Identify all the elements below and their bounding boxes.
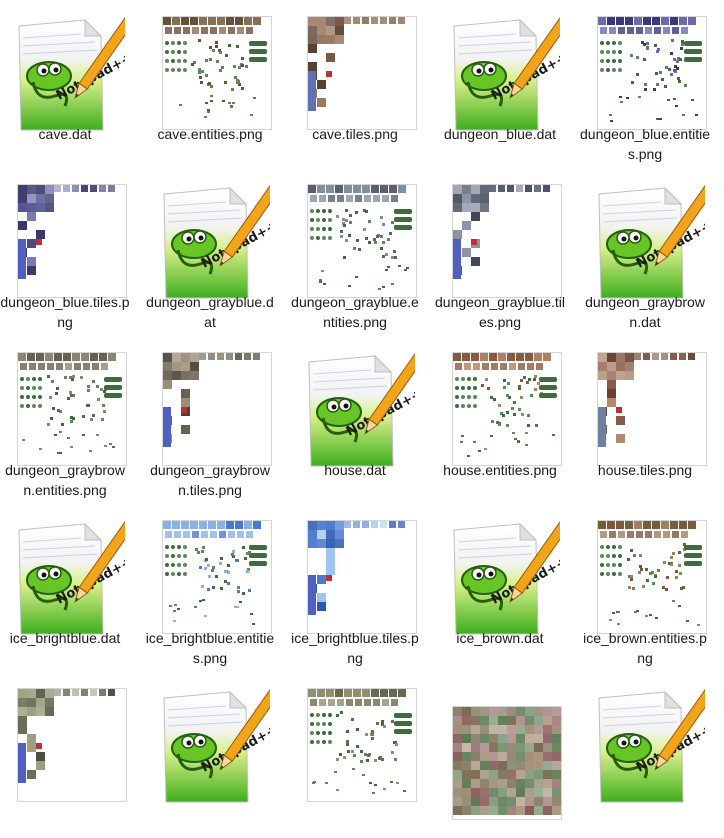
png-thumbnail bbox=[597, 352, 707, 466]
png-thumbnail bbox=[597, 16, 707, 130]
image-thumbnail bbox=[450, 350, 562, 468]
png-thumbnail bbox=[17, 352, 127, 466]
notepad-plus-plus-icon: Notepad++ bbox=[15, 14, 125, 132]
file-item[interactable]: Notepad++ house.dat bbox=[290, 336, 420, 502]
file-name: cave.tiles.png bbox=[312, 126, 398, 142]
image-thumbnail bbox=[160, 14, 272, 132]
image-thumbnail bbox=[450, 686, 562, 820]
png-thumbnail bbox=[307, 184, 417, 298]
png-thumbnail bbox=[597, 520, 707, 634]
file-item[interactable]: Notepad++ ice_brown.dat bbox=[435, 504, 565, 670]
file-item[interactable]: Notepad++ bbox=[580, 672, 710, 838]
png-thumbnail bbox=[452, 352, 562, 466]
file-item[interactable]: dungeon_graybrown.tiles.png bbox=[145, 336, 275, 502]
notepad-plus-plus-icon: Notepad++ bbox=[15, 518, 125, 636]
file-item[interactable]: Notepad++ dungeon_graybrown.dat bbox=[580, 168, 710, 334]
file-name: ice_brightblue.tiles.png bbox=[291, 630, 419, 666]
file-item[interactable]: Notepad++ dungeon_grayblue.dat bbox=[145, 168, 275, 334]
file-item[interactable]: cave.tiles.png bbox=[290, 0, 420, 166]
notepad-plus-plus-icon: Notepad++ bbox=[160, 686, 270, 804]
file-name: dungeon_blue.entities.png bbox=[580, 126, 711, 162]
file-item[interactable]: house.tiles.png bbox=[580, 336, 710, 502]
png-thumbnail bbox=[307, 16, 417, 130]
file-name: cave.entities.png bbox=[157, 126, 263, 142]
file-name: dungeon_blue.dat bbox=[443, 126, 557, 142]
image-thumbnail bbox=[15, 686, 127, 804]
notepad-plus-plus-icon: Notepad++ bbox=[450, 518, 560, 636]
file-name: house.tiles.png bbox=[597, 462, 693, 478]
file-item[interactable]: ice_brown.entities.png bbox=[580, 504, 710, 670]
file-item[interactable]: Notepad++ cave.dat bbox=[0, 0, 130, 166]
file-item[interactable]: Notepad++ bbox=[145, 672, 275, 838]
file-item[interactable]: dungeon_blue.tiles.png bbox=[0, 168, 130, 334]
file-name: dungeon_grayblue.tiles.png bbox=[435, 294, 565, 330]
image-thumbnail bbox=[15, 182, 127, 300]
image-thumbnail bbox=[595, 350, 707, 468]
image-thumbnail bbox=[305, 182, 417, 300]
file-item[interactable]: house.entities.png bbox=[435, 336, 565, 502]
file-item[interactable]: dungeon_grayblue.entities.png bbox=[290, 168, 420, 334]
png-thumbnail bbox=[162, 352, 272, 466]
png-thumbnail bbox=[162, 16, 272, 130]
image-thumbnail bbox=[450, 182, 562, 300]
file-name: dungeon_grayblue.entities.png bbox=[291, 294, 419, 330]
notepad-plus-plus-icon: Notepad++ bbox=[595, 686, 705, 804]
image-thumbnail bbox=[595, 14, 707, 132]
file-name: dungeon_graybrown.tiles.png bbox=[150, 462, 270, 498]
image-thumbnail bbox=[160, 350, 272, 468]
file-name: ice_brightblue.entities.png bbox=[145, 630, 275, 666]
file-item[interactable]: Notepad++ dungeon_blue.dat bbox=[435, 0, 565, 166]
image-thumbnail bbox=[305, 518, 417, 636]
file-item[interactable]: ice_brightblue.entities.png bbox=[145, 504, 275, 670]
image-thumbnail bbox=[305, 14, 417, 132]
file-name: house.entities.png bbox=[443, 462, 557, 478]
png-thumbnail bbox=[17, 184, 127, 298]
file-item[interactable]: dungeon_graybrown.entities.png bbox=[0, 336, 130, 502]
notepad-plus-plus-icon: Notepad++ bbox=[450, 14, 560, 132]
notepad-plus-plus-icon: Notepad++ bbox=[305, 350, 415, 468]
file-name: dungeon_blue.tiles.png bbox=[0, 294, 130, 330]
png-thumbnail bbox=[307, 520, 417, 634]
file-name: ice_brown.dat bbox=[456, 630, 544, 646]
file-name: ice_brown.entities.png bbox=[583, 630, 707, 666]
file-item[interactable]: dungeon_grayblue.tiles.png bbox=[435, 168, 565, 334]
file-grid: Notepad++ cave.dat cave.entities.png cave.… bbox=[0, 0, 724, 820]
image-thumbnail bbox=[595, 518, 707, 636]
notepad-plus-plus-icon: Notepad++ bbox=[160, 182, 270, 300]
file-name: dungeon_grayblue.dat bbox=[146, 294, 274, 330]
file-item[interactable]: cave.entities.png bbox=[145, 0, 275, 166]
image-thumbnail bbox=[305, 686, 417, 804]
file-name: ice_brightblue.dat bbox=[9, 630, 121, 646]
png-thumbnail bbox=[307, 688, 417, 802]
png-thumbnail bbox=[162, 520, 272, 634]
file-item[interactable] bbox=[435, 672, 565, 838]
png-thumbnail bbox=[17, 688, 127, 802]
file-item[interactable]: ice_brightblue.tiles.png bbox=[290, 504, 420, 670]
file-name: house.dat bbox=[324, 462, 386, 478]
image-thumbnail bbox=[15, 350, 127, 468]
file-item[interactable]: dungeon_blue.entities.png bbox=[580, 0, 710, 166]
png-thumbnail bbox=[452, 184, 562, 298]
png-thumbnail bbox=[452, 706, 562, 820]
notepad-plus-plus-icon: Notepad++ bbox=[595, 182, 705, 300]
file-item[interactable]: Notepad++ ice_brightblue.dat bbox=[0, 504, 130, 670]
file-item[interactable] bbox=[0, 672, 130, 838]
file-name: cave.dat bbox=[38, 126, 92, 142]
file-name: dungeon_graybrown.entities.png bbox=[5, 462, 125, 498]
file-name: dungeon_graybrown.dat bbox=[585, 294, 705, 330]
image-thumbnail bbox=[160, 518, 272, 636]
file-item[interactable] bbox=[290, 672, 420, 838]
